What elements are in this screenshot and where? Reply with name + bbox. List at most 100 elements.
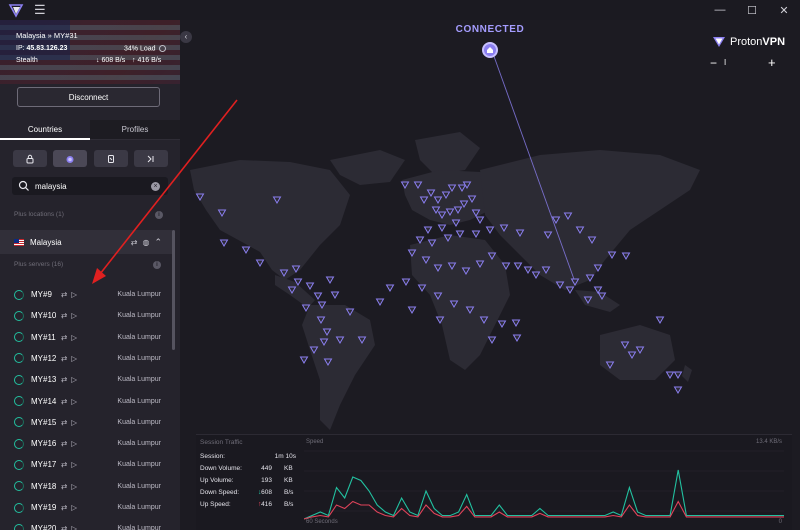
search-box: × xyxy=(12,177,168,195)
filter-tor-button[interactable] xyxy=(53,150,88,167)
server-pin-icon[interactable] xyxy=(423,226,433,234)
server-pin-icon[interactable] xyxy=(621,252,631,260)
zoom-in-button[interactable]: + xyxy=(768,56,780,69)
plus-servers-label: Plus servers (16) xyxy=(14,261,64,268)
server-pin-icon[interactable] xyxy=(255,259,265,267)
server-pin-icon[interactable] xyxy=(437,224,447,232)
server-pin-icon[interactable] xyxy=(673,386,683,394)
malaysia-flag-icon xyxy=(14,238,24,246)
p2p-icon: ⇄ xyxy=(61,311,68,321)
server-pin-icon[interactable] xyxy=(313,292,323,300)
minimize-button[interactable]: — xyxy=(704,0,736,20)
server-load-ring-icon xyxy=(14,481,24,492)
server-load-ring-icon xyxy=(14,502,24,513)
server-load-ring-icon xyxy=(14,417,24,428)
server-row[interactable]: MY#18 ⇄ ▷ Kuala Lumpur xyxy=(0,476,172,497)
clear-search-icon[interactable]: × xyxy=(151,181,160,191)
collapse-sidebar-button[interactable]: ‹ xyxy=(180,31,192,43)
server-pin-icon[interactable] xyxy=(487,336,497,344)
country-row-malaysia[interactable]: Malaysia ⇄ ◍ ⌃ xyxy=(0,230,172,254)
server-pin-icon[interactable] xyxy=(607,251,617,259)
p2p-icon: ⇄ xyxy=(61,481,68,491)
title-bar: ☰ — ☐ ✕ xyxy=(0,0,800,20)
p2p-icon: ⇄ xyxy=(61,396,68,406)
connection-panel: Malaysia » MY#31 IP: 45.83.126.23 Stealt… xyxy=(0,20,180,84)
server-pin-icon[interactable] xyxy=(241,246,251,254)
server-row[interactable]: MY#12 ⇄ ▷ Kuala Lumpur xyxy=(0,348,172,369)
tab-profiles[interactable]: Profiles xyxy=(90,120,180,140)
server-row[interactable]: MY#20 ⇄ ▷ Kuala Lumpur xyxy=(0,518,172,530)
server-row[interactable]: MY#9 ⇄ ▷ Kuala Lumpur xyxy=(0,284,172,305)
proton-vpn-logo-icon xyxy=(8,4,24,18)
search-input[interactable] xyxy=(35,181,145,191)
graph-time-window: 60 Seconds xyxy=(306,519,338,525)
plus-locations-label: Plus locations (1) xyxy=(14,211,64,218)
p2p-icon: ⇄ xyxy=(61,460,68,470)
server-row[interactable]: MY#17 ⇄ ▷ Kuala Lumpur xyxy=(0,454,172,475)
server-name: MY#16 xyxy=(31,439,57,449)
server-row[interactable]: MY#15 ⇄ ▷ Kuala Lumpur xyxy=(0,412,172,433)
server-pin-icon[interactable] xyxy=(565,286,575,294)
p2p-icon xyxy=(147,155,154,162)
server-pin-icon[interactable] xyxy=(305,282,315,290)
hamburger-icon[interactable]: ☰ xyxy=(34,3,46,16)
server-pin-icon[interactable] xyxy=(330,291,340,299)
server-pin-icon[interactable] xyxy=(531,271,541,279)
server-pin-icon[interactable] xyxy=(471,230,481,238)
server-pin-icon[interactable] xyxy=(513,262,523,270)
server-pin-icon[interactable] xyxy=(325,276,335,284)
p2p-icon: ⇄ xyxy=(61,439,68,449)
play-icon: ▷ xyxy=(71,503,78,512)
server-pin-icon[interactable] xyxy=(401,278,411,286)
server-row[interactable]: MY#14 ⇄ ▷ Kuala Lumpur xyxy=(0,391,172,412)
info-icon[interactable]: i xyxy=(153,261,161,269)
server-city: Kuala Lumpur xyxy=(117,291,161,298)
server-pin-icon[interactable] xyxy=(219,239,229,247)
feature-filters xyxy=(13,150,168,168)
server-city: Kuala Lumpur xyxy=(117,312,161,320)
p2p-icon: ⇄ xyxy=(61,353,68,363)
secure-core-icon xyxy=(107,154,114,163)
server-pin-icon[interactable] xyxy=(407,306,417,314)
info-icon[interactable]: i xyxy=(155,211,163,219)
server-pin-icon[interactable] xyxy=(475,216,485,224)
server-row[interactable]: MY#13 ⇄ ▷ Kuala Lumpur xyxy=(0,369,172,390)
server-load-ring-icon xyxy=(14,523,24,530)
filter-p2p-button[interactable] xyxy=(133,150,168,167)
p2p-icon: ⇄ xyxy=(61,290,68,299)
server-row[interactable]: MY#19 ⇄ ▷ Kuala Lumpur xyxy=(0,497,172,518)
server-load-ring-icon xyxy=(14,353,24,364)
server-pin-icon[interactable] xyxy=(511,319,521,327)
server-pin-icon[interactable] xyxy=(655,316,665,324)
filter-lock-button[interactable] xyxy=(13,150,47,167)
server-load-ring-icon xyxy=(14,438,24,449)
filter-secure-core-button[interactable] xyxy=(93,150,128,167)
server-name: MY#9 xyxy=(31,290,52,299)
arrow-down-icon: ↓ xyxy=(96,57,100,64)
server-pin-icon[interactable] xyxy=(497,320,507,328)
disconnect-button[interactable]: Disconnect xyxy=(17,87,160,107)
sidebar-scrollbar[interactable] xyxy=(172,230,175,350)
chevron-up-icon[interactable]: ⌃ xyxy=(154,237,162,248)
server-pin-icon[interactable] xyxy=(375,298,385,306)
p2p-icon: ⇄ xyxy=(61,417,68,427)
play-icon: ▷ xyxy=(71,524,78,530)
server-pin-icon[interactable] xyxy=(523,266,533,274)
close-button[interactable]: ✕ xyxy=(768,0,800,20)
server-load-ring-icon xyxy=(14,374,24,385)
server-pin-icon[interactable] xyxy=(385,284,395,292)
server-row[interactable]: MY#10 ⇄ ▷ Kuala Lumpur xyxy=(0,305,172,326)
server-city: Kuala Lumpur xyxy=(117,333,161,341)
maximize-button[interactable]: ☐ xyxy=(736,0,768,20)
server-row[interactable]: MY#11 ⇄ ▷ Kuala Lumpur xyxy=(0,327,172,348)
server-city: Kuala Lumpur xyxy=(117,440,161,448)
server-pin-icon[interactable] xyxy=(665,371,675,379)
server-pin-icon[interactable] xyxy=(673,371,683,379)
server-row[interactable]: MY#16 ⇄ ▷ Kuala Lumpur xyxy=(0,433,172,454)
home-location-pin[interactable] xyxy=(482,42,498,58)
server-pin-icon[interactable] xyxy=(512,334,522,342)
server-pin-icon[interactable] xyxy=(299,356,309,364)
tab-countries[interactable]: Countries xyxy=(0,120,90,140)
zoom-out-button[interactable]: − xyxy=(710,57,720,69)
server-pin-icon[interactable] xyxy=(485,226,495,234)
